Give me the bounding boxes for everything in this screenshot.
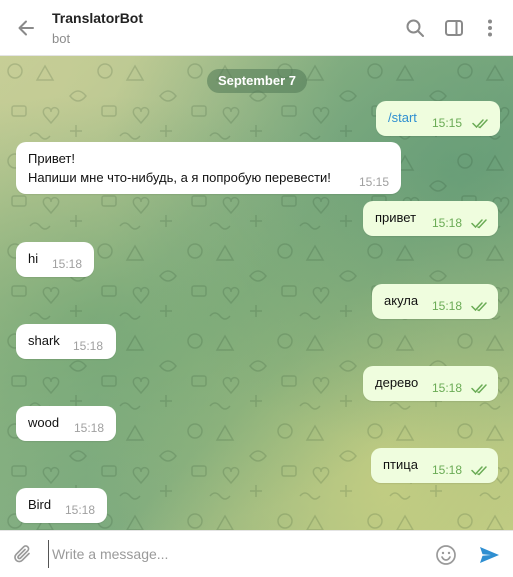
sidebar-toggle-icon	[445, 20, 463, 36]
message-time: 15:18	[65, 503, 96, 517]
attach-button[interactable]	[10, 541, 36, 567]
message-time: 15:18	[432, 216, 463, 230]
message-text: Привет! Напиши мне что-нибудь, а я попро…	[28, 151, 331, 185]
bot-command-link[interactable]: /start	[388, 110, 417, 125]
message-input[interactable]	[48, 540, 418, 568]
date-separator: September 7	[207, 69, 307, 93]
double-check-icon	[471, 466, 487, 476]
message-text: hi	[28, 251, 39, 266]
paperclip-icon	[14, 545, 30, 563]
message-incoming[interactable]: shark 15:18	[16, 324, 116, 359]
emoji-button[interactable]	[433, 542, 459, 568]
message-outgoing[interactable]: /start 15:15	[376, 101, 500, 136]
message-text: Bird	[28, 497, 52, 512]
message-text: акула	[384, 293, 419, 308]
message-outgoing[interactable]: привет 15:18	[363, 201, 498, 236]
message-time: 15:15	[359, 175, 390, 189]
smiley-icon	[436, 545, 456, 565]
message-text: привет	[375, 210, 417, 225]
more-menu-button[interactable]	[476, 14, 504, 42]
message-line: Напиши мне что-нибудь, а я попробую пере…	[28, 170, 331, 185]
double-check-icon	[472, 119, 488, 129]
send-button[interactable]	[476, 542, 502, 568]
message-text: дерево	[375, 375, 419, 390]
message-time: 15:18	[74, 421, 105, 435]
message-text: птица	[383, 457, 418, 472]
chat-header: TranslatorBot bot	[0, 0, 513, 56]
message-time: 15:18	[432, 381, 463, 395]
sidebar-toggle-button[interactable]	[440, 14, 468, 42]
back-arrow-icon	[18, 20, 34, 36]
message-outgoing[interactable]: дерево 15:18	[363, 366, 498, 401]
back-button[interactable]	[10, 12, 42, 44]
double-check-icon	[471, 302, 487, 312]
message-time: 15:15	[432, 116, 463, 130]
message-outgoing[interactable]: акула 15:18	[372, 284, 498, 319]
chat-subtitle: bot	[52, 31, 71, 46]
message-text: shark	[28, 333, 60, 348]
double-check-icon	[471, 384, 487, 394]
message-incoming[interactable]: Привет! Напиши мне что-нибудь, а я попро…	[16, 142, 401, 194]
double-check-icon	[471, 219, 487, 229]
message-line: Привет!	[28, 151, 75, 166]
message-incoming[interactable]: hi 15:18	[16, 242, 94, 277]
message-time: 15:18	[73, 339, 104, 353]
message-list[interactable]: September 7 /start 15:15 Привет! Напиши …	[0, 56, 513, 530]
message-time: 15:18	[432, 463, 463, 477]
message-composer	[0, 530, 513, 577]
send-icon	[480, 547, 499, 563]
message-incoming[interactable]: wood 15:18	[16, 406, 116, 441]
chat-title[interactable]: TranslatorBot	[52, 10, 143, 26]
message-time: 15:18	[52, 257, 83, 271]
message-incoming[interactable]: Bird 15:18	[16, 488, 107, 523]
more-vertical-icon	[488, 19, 492, 37]
message-time: 15:18	[432, 299, 463, 313]
message-text: wood	[28, 415, 60, 430]
search-icon	[406, 19, 424, 37]
message-outgoing[interactable]: птица 15:18	[371, 448, 498, 483]
search-button[interactable]	[401, 14, 429, 42]
